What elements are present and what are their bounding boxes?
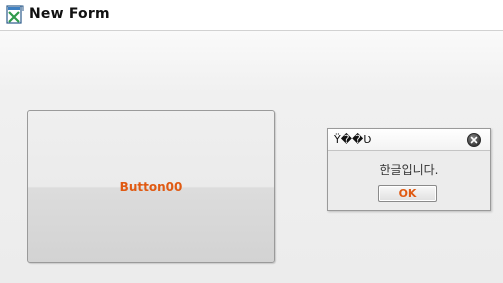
form-app-icon (6, 5, 24, 25)
message-box-title: Ÿ��Ʋ (334, 133, 372, 146)
window-title: New Form (29, 6, 110, 22)
ok-button[interactable]: OK (378, 185, 437, 202)
button00[interactable]: Button00 (27, 110, 275, 263)
close-icon[interactable] (467, 133, 481, 147)
form-window: New Form Button00 Ÿ��Ʋ 한글입니다. OK (0, 0, 503, 283)
window-titlebar: New Form (0, 0, 503, 31)
button00-label: Button00 (119, 180, 183, 194)
message-box-text: 한글입니다. (379, 163, 439, 177)
message-box: Ÿ��Ʋ 한글입니다. OK (327, 128, 491, 211)
message-box-titlebar: Ÿ��Ʋ (328, 129, 490, 151)
